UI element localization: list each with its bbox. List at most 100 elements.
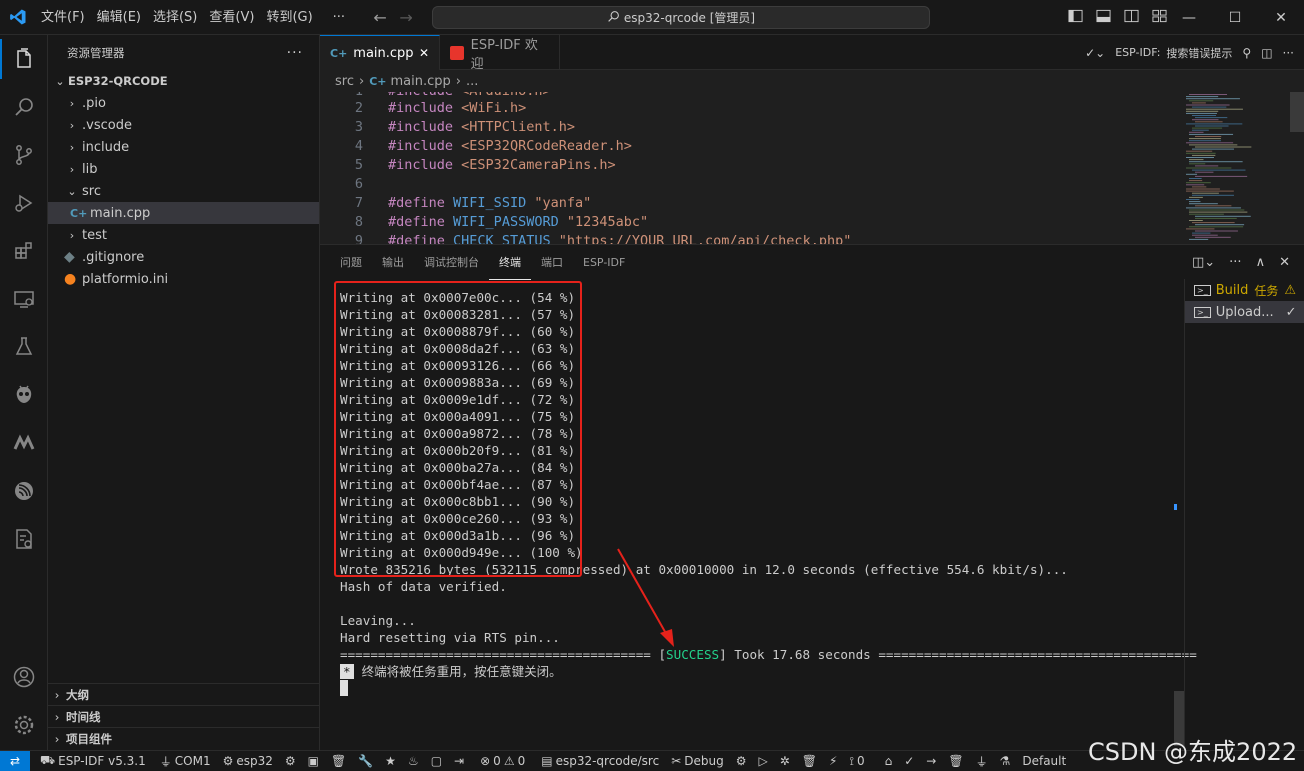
tab-debug-console[interactable]: 调试控制台 — [414, 245, 489, 280]
search-view-icon[interactable] — [0, 87, 48, 127]
flash-icon[interactable]: ⇥ — [448, 754, 470, 768]
tab-output[interactable]: 输出 — [372, 245, 414, 280]
problems-count[interactable]: ⊗ 0 ⚠ 0 — [470, 754, 531, 768]
clean-icon[interactable]: 🗑 — [796, 754, 823, 768]
monitor-icon[interactable]: ▢ — [425, 754, 448, 768]
project-components-section[interactable]: › 项目组件 — [48, 727, 320, 749]
forward-arrow-icon[interactable]: → — [393, 8, 419, 27]
minimize-icon[interactable]: — — [1166, 0, 1212, 35]
split-terminal-icon[interactable]: ◫⌄ — [1192, 255, 1215, 270]
source-control-icon[interactable] — [0, 135, 48, 175]
code-editor[interactable]: 1#include <Arduino.h> 2#include <WiFi.h>… — [320, 92, 1180, 244]
toggle-panel-icon[interactable] — [1090, 9, 1116, 27]
back-arrow-icon[interactable]: ← — [367, 8, 393, 27]
tree-item-main-cpp[interactable]: C+ main.cpp — [48, 202, 319, 224]
target-chip[interactable]: ⚙ esp32 — [217, 754, 279, 768]
check-icon[interactable]: ✓ — [898, 754, 920, 768]
check-icon[interactable]: ✓⌄ — [1085, 46, 1105, 60]
flame-icon[interactable]: ♨ — [402, 754, 425, 768]
split-editor-icon[interactable]: ◫ — [1261, 46, 1272, 60]
star-icon[interactable]: ★ — [379, 754, 402, 768]
code-line: 6 — [320, 175, 363, 194]
menu-edit[interactable]: 编辑(E) — [91, 0, 147, 35]
run-debug-icon[interactable] — [0, 183, 48, 223]
toggle-secondary-sidebar-icon[interactable] — [1118, 9, 1144, 27]
close-panel-icon[interactable]: ✕ — [1279, 255, 1290, 270]
editor-scrollbar[interactable] — [1290, 92, 1304, 132]
menu-selection[interactable]: 选择(S) — [147, 0, 203, 35]
vscode-window: 文件(F) 编辑(E) 选择(S) 查看(V) 转到(G) ··· ← → es… — [0, 0, 1304, 771]
build-wrench-icon[interactable]: 🔧 — [352, 754, 379, 768]
tree-item-src[interactable]: ⌄ src — [48, 180, 319, 202]
trash-icon[interactable]: 🗑 — [325, 754, 352, 768]
menu-more[interactable]: ··· — [319, 0, 359, 35]
project-root[interactable]: ⌄ ESP32-QRCODE — [48, 70, 319, 92]
tree-item-label: platformio.ini — [82, 271, 169, 287]
tab-problems[interactable]: 问题 — [330, 245, 372, 280]
maximize-panel-icon[interactable]: ∧ — [1256, 255, 1266, 270]
espressif-m-icon[interactable] — [0, 423, 48, 463]
remote-icon[interactable]: ⇄ — [0, 750, 30, 771]
tab-espidf[interactable]: ESP-IDF — [573, 245, 635, 280]
beaker-icon[interactable]: ⚗ — [994, 754, 1017, 768]
terminal-icon: >_ — [1194, 284, 1211, 296]
tree-item-platformio-ini[interactable]: ● platformio.ini — [48, 268, 319, 290]
com-port[interactable]: ⏚ COM1 — [152, 753, 217, 770]
command-center-search[interactable]: esp32-qrcode [管理员] — [432, 6, 930, 29]
extensions-icon[interactable] — [0, 231, 48, 271]
default-env[interactable]: Default — [1016, 754, 1072, 768]
serial-icon[interactable]: ⚡ — [823, 754, 843, 768]
tree-item-gitignore[interactable]: ◆ .gitignore — [48, 246, 319, 268]
account-icon[interactable] — [0, 657, 48, 697]
breadcrumb-src[interactable]: src — [335, 74, 354, 89]
tree-item-test[interactable]: › test — [48, 224, 319, 246]
more-actions-icon[interactable]: ··· — [1229, 255, 1241, 270]
minimap[interactable] — [1180, 92, 1290, 244]
manage-gear-icon[interactable] — [0, 705, 48, 745]
menu-goto[interactable]: 转到(G) — [260, 0, 318, 35]
explorer-icon[interactable] — [0, 39, 48, 79]
run-icon[interactable]: ▷ — [753, 754, 774, 768]
close-tab-icon[interactable]: ✕ — [419, 46, 429, 60]
tab-terminal[interactable]: 终端 — [489, 245, 531, 280]
trash-icon[interactable]: 🗑 — [942, 754, 969, 768]
folder-icon[interactable]: ▣ — [302, 754, 325, 768]
remote-explorer-icon[interactable] — [0, 279, 48, 319]
home-icon[interactable]: ⌂ — [871, 754, 899, 768]
testing-icon[interactable] — [0, 327, 48, 367]
tree-item-lib[interactable]: › lib — [48, 158, 319, 180]
tree-item-pio[interactable]: › .pio — [48, 92, 319, 114]
close-window-icon[interactable]: ✕ — [1258, 0, 1304, 35]
board-config-icon[interactable] — [0, 519, 48, 559]
breadcrumb-main-cpp[interactable]: main.cpp — [390, 74, 450, 89]
debug-mode[interactable]: ✂ Debug — [665, 754, 730, 768]
maximize-icon[interactable]: ☐ — [1212, 0, 1258, 35]
tab-main-cpp[interactable]: C+ main.cpp ✕ — [320, 35, 440, 70]
task-build[interactable]: >_ Build 任务 ⚠ — [1184, 279, 1304, 301]
espressif-icon[interactable] — [0, 471, 48, 511]
toggle-sidebar-icon[interactable] — [1062, 9, 1088, 27]
menu-view[interactable]: 查看(V) — [203, 0, 260, 35]
platformio-icon[interactable] — [0, 375, 48, 415]
more-actions-icon[interactable]: ··· — [287, 45, 303, 61]
ports-count[interactable]: ⟟ 0 — [843, 754, 870, 769]
bug-icon[interactable]: ✲ — [774, 754, 796, 768]
task-upload[interactable]: >_ Upload... ✓ — [1184, 301, 1304, 323]
arrow-right-icon[interactable]: → — [920, 754, 942, 768]
tree-item-vscode[interactable]: › .vscode — [48, 114, 319, 136]
tab-ports[interactable]: 端口 — [531, 245, 573, 280]
menu-file[interactable]: 文件(F) — [35, 0, 91, 35]
tab-espidf-welcome[interactable]: ESP-IDF 欢迎 — [440, 35, 560, 72]
tree-item-include[interactable]: › include — [48, 136, 319, 158]
pin-icon[interactable]: ⚲ — [1242, 46, 1251, 60]
more-actions-icon[interactable]: ··· — [1283, 46, 1294, 60]
plug-icon[interactable]: ⏚ — [970, 753, 994, 770]
outline-section[interactable]: › 大纲 — [48, 683, 320, 705]
espidf-version[interactable]: ⛟ ESP-IDF v5.3.1 — [30, 753, 152, 769]
sdk-config-icon[interactable]: ⚙ — [279, 754, 302, 768]
project-path[interactable]: ▤ esp32-qrcode/src — [531, 754, 665, 768]
search-error-hint-button[interactable]: 搜索错误提示 — [1166, 45, 1232, 61]
settings-icon[interactable]: ⚙ — [730, 754, 753, 768]
breadcrumb-more[interactable]: ... — [466, 74, 478, 89]
timeline-section[interactable]: › 时间线 — [48, 705, 320, 727]
